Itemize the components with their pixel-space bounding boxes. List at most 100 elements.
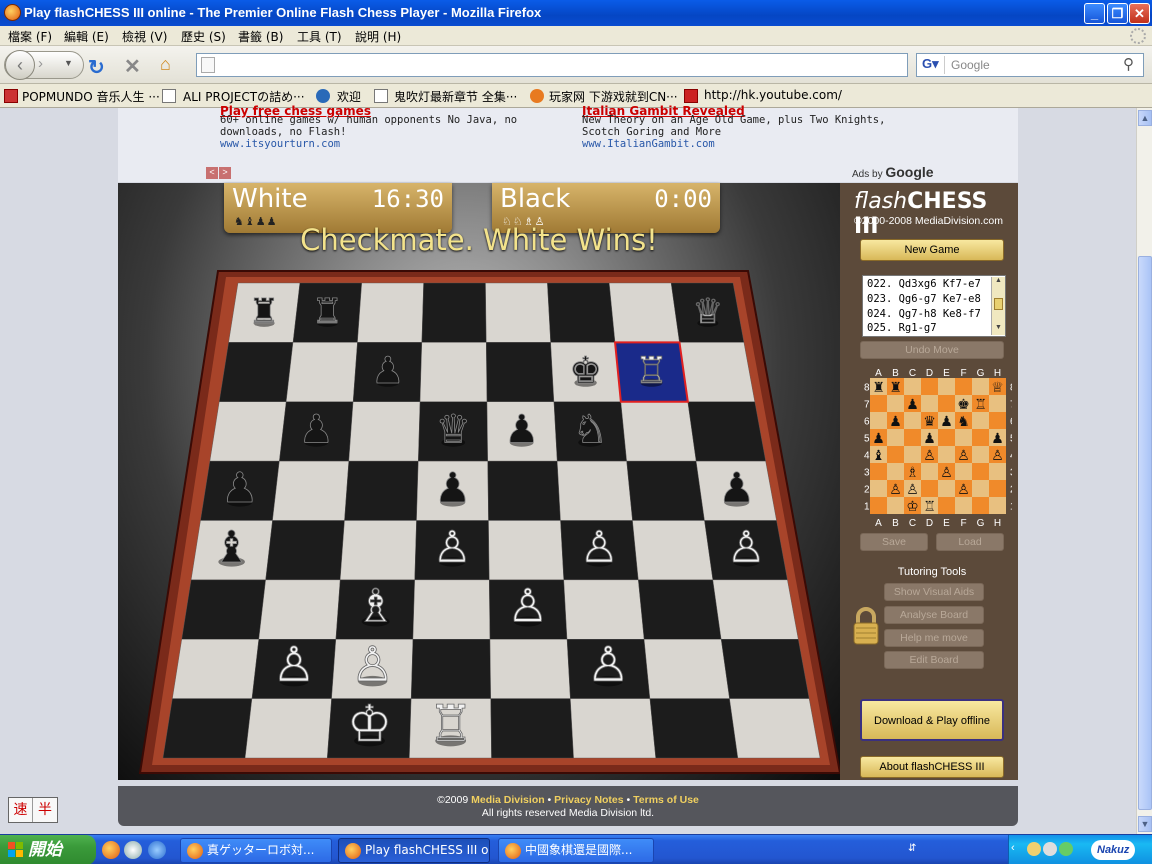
- tray-expand-icon[interactable]: ‹: [1011, 842, 1015, 854]
- black-piece[interactable]: ♜: [248, 292, 280, 333]
- ad-next-button[interactable]: >: [219, 167, 231, 179]
- board-square[interactable]: [563, 579, 645, 640]
- bookmark-youtube[interactable]: http://hk.youtube.com/: [704, 88, 842, 102]
- board-square[interactable]: [626, 460, 705, 521]
- move-list[interactable]: 022. Qd3xg6 Kf7-e7 023. Qg6-g7 Ke7-e8 02…: [862, 275, 1006, 337]
- board-square[interactable]: [557, 460, 633, 521]
- taskbar-overflow-icon[interactable]: ⇵: [908, 843, 916, 854]
- board-square[interactable]: [348, 401, 421, 462]
- edit-board-button[interactable]: Edit Board: [884, 651, 984, 669]
- tray-messenger-icon[interactable]: [1059, 842, 1073, 856]
- board-square[interactable]: [172, 639, 260, 699]
- white-piece[interactable]: ♙: [507, 578, 549, 633]
- about-flashchess-button[interactable]: About flashCHESS III: [860, 756, 1004, 778]
- url-bar[interactable]: → ▼: [196, 53, 1101, 77]
- taskbar-item[interactable]: 真ゲッターロボ対...: [180, 838, 332, 863]
- board-square[interactable]: [244, 698, 332, 759]
- board-square[interactable]: [265, 520, 345, 581]
- board-square[interactable]: [181, 579, 266, 640]
- ime-speed[interactable]: 速: [9, 798, 33, 822]
- quicklaunch-app-icon[interactable]: [124, 841, 142, 859]
- quicklaunch-ie-icon[interactable]: [148, 841, 166, 859]
- search-box[interactable]: G▾ Google ⚲: [916, 53, 1144, 77]
- board-square[interactable]: [632, 520, 714, 581]
- scroll-up-icon[interactable]: ▲: [992, 277, 1005, 284]
- board-square[interactable]: [687, 401, 766, 462]
- load-button[interactable]: Load: [936, 533, 1004, 551]
- undo-move-button[interactable]: Undo Move: [860, 341, 1004, 359]
- board-square[interactable]: [712, 579, 799, 640]
- board-square[interactable]: [570, 698, 656, 759]
- board-square[interactable]: [412, 579, 491, 640]
- board-square[interactable]: [344, 460, 419, 521]
- move-list-scrollbar[interactable]: ▲ ▼: [991, 277, 1005, 335]
- menu-tools[interactable]: 工具 (T): [297, 28, 342, 45]
- board-square[interactable]: [649, 698, 739, 759]
- white-piece[interactable]: ♔: [346, 693, 392, 753]
- board-square[interactable]: [357, 282, 424, 343]
- board-square[interactable]: [547, 282, 616, 343]
- bookmark-welcome[interactable]: 欢迎: [337, 88, 361, 105]
- menu-help[interactable]: 說明 (H): [355, 28, 401, 45]
- menu-file[interactable]: 檔案 (F): [8, 28, 52, 45]
- white-piece[interactable]: ♖: [635, 348, 669, 392]
- board-square[interactable]: [209, 401, 287, 462]
- taskbar-item[interactable]: 中國象棋還是國際...: [498, 838, 654, 863]
- chess-game-area[interactable]: ♜ ♜ ♕ ♟ ♚ ♖ ♟ ♛ ♟ ♞ ♟ ♟ ♟ ♝ ♙ ♙ ♙ ♗ ♙ ♙ ♙ ♙ ♔ ♖ White 16:30 ♞♝♟…: [118, 183, 840, 780]
- black-piece[interactable]: ♝: [212, 521, 252, 573]
- black-piece[interactable]: ♟: [221, 464, 259, 513]
- board-square[interactable]: [679, 342, 755, 402]
- board-square[interactable]: [485, 282, 551, 343]
- reload-icon[interactable]: ↻: [88, 55, 105, 80]
- minimize-button[interactable]: _: [1084, 3, 1105, 24]
- show-visual-aids-button[interactable]: Show Visual Aids: [884, 583, 984, 601]
- menu-history[interactable]: 歷史 (S): [181, 28, 226, 45]
- tray-app-icon[interactable]: [1027, 842, 1041, 856]
- google-engine-icon[interactable]: G▾: [919, 56, 945, 74]
- board-square[interactable]: [487, 460, 561, 521]
- board-square[interactable]: [162, 698, 253, 759]
- board-square[interactable]: [609, 282, 680, 343]
- ime-indicator[interactable]: 速半: [8, 797, 58, 823]
- board-square[interactable]: [490, 698, 574, 759]
- maximize-button[interactable]: ❐: [1107, 3, 1128, 24]
- board-square[interactable]: [488, 520, 564, 581]
- ad-prev-button[interactable]: <: [206, 167, 218, 179]
- white-piece[interactable]: ♙: [726, 521, 766, 573]
- white-piece[interactable]: ♙: [586, 637, 630, 694]
- scroll-thumb[interactable]: [994, 298, 1003, 310]
- stop-icon[interactable]: ✕: [124, 54, 141, 79]
- board-square[interactable]: [489, 639, 571, 699]
- menu-view[interactable]: 檢視 (V): [122, 28, 167, 45]
- close-button[interactable]: ✕: [1129, 3, 1150, 24]
- quicklaunch-firefox-icon[interactable]: [102, 841, 120, 859]
- board-square[interactable]: [720, 639, 810, 699]
- white-piece[interactable]: ♕: [692, 292, 724, 333]
- back-button[interactable]: ‹: [5, 50, 35, 80]
- taskbar-item-active[interactable]: Play flashCHESS III o...: [338, 838, 490, 863]
- save-button[interactable]: Save: [860, 533, 928, 551]
- start-button[interactable]: 開始: [0, 835, 96, 864]
- bookmark-guichuideng[interactable]: 鬼吹灯最新章节 全集···: [394, 88, 517, 105]
- media-division-link[interactable]: Media Division: [471, 794, 545, 806]
- history-dropdown-icon[interactable]: ▼: [64, 58, 73, 68]
- ime-half-width[interactable]: 半: [33, 798, 57, 822]
- download-play-offline-button[interactable]: Download & Play offline: [860, 699, 1004, 741]
- tray-app-icon[interactable]: [1043, 842, 1057, 856]
- ads-by-google[interactable]: Ads by Google: [852, 164, 934, 180]
- menu-bookmarks[interactable]: 書籤 (B): [238, 28, 283, 45]
- black-piece[interactable]: ♚: [569, 348, 603, 392]
- board-square[interactable]: [638, 579, 722, 640]
- board-square[interactable]: [272, 460, 350, 521]
- white-piece[interactable]: ♙: [432, 521, 472, 573]
- white-piece[interactable]: ♗: [355, 578, 397, 633]
- scrollbar-thumb[interactable]: [1138, 256, 1152, 810]
- ad-left-url[interactable]: www.itsyourturn.com: [220, 138, 540, 150]
- bookmark-wanjia[interactable]: 玩家网 下游戏就到CN···: [549, 88, 678, 105]
- help-me-move-button[interactable]: Help me move: [884, 629, 984, 647]
- board-square[interactable]: [643, 639, 730, 699]
- privacy-notes-link[interactable]: Privacy Notes: [554, 794, 623, 806]
- window-titlebar[interactable]: Play flashCHESS III online - The Premier…: [0, 0, 1152, 26]
- board-square[interactable]: [219, 342, 294, 402]
- black-piece[interactable]: ♟: [504, 407, 540, 453]
